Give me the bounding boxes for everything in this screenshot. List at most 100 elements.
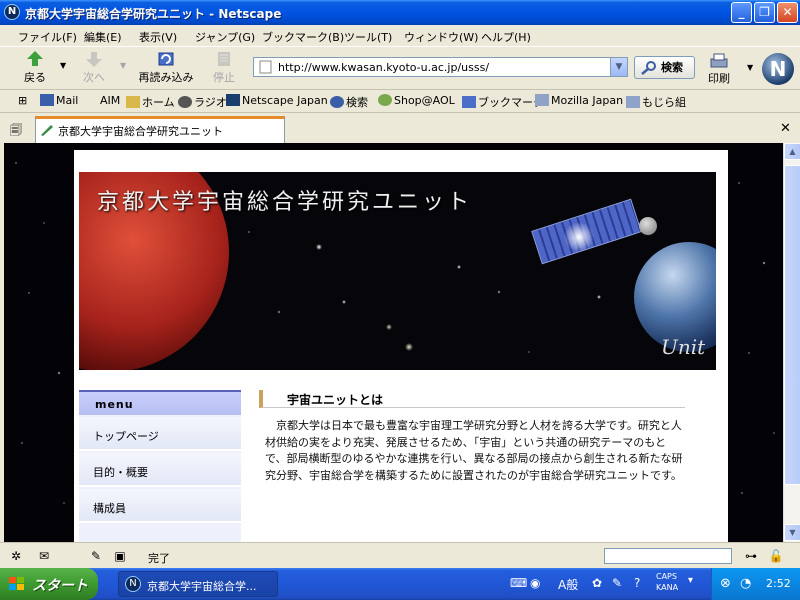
- composer-icon[interactable]: ✎: [88, 549, 104, 563]
- mail-icon[interactable]: ✉: [36, 549, 52, 563]
- bookmark-mozilla-japan[interactable]: Mozilla Japan: [535, 94, 623, 107]
- bookmark-mojira[interactable]: もじら組: [626, 94, 686, 110]
- security-lock-icon[interactable]: 🔓: [768, 549, 784, 563]
- content-viewport[interactable]: 京都大学宇宙総合学研究ユニット Unit menu トップページ 目的・概要 構…: [4, 143, 783, 542]
- menu-go[interactable]: ジャンプ(G): [195, 29, 255, 45]
- toolbar-grip-icon[interactable]: ⊞: [18, 94, 27, 107]
- stop-label: 停止: [213, 71, 235, 84]
- url-field[interactable]: http://www.kwasan.kyoto-u.ac.jp/usss/ ▼: [253, 57, 628, 77]
- bookmark-radio[interactable]: ラジオ: [178, 94, 227, 110]
- bookmark-label: もじら組: [642, 96, 686, 109]
- menu-bar: ファイル(F) 編集(E) 表示(V) ジャンプ(G) ブックマーク(B) ツー…: [0, 25, 800, 46]
- back-arrow-icon: [27, 51, 43, 66]
- volume-icon[interactable]: ◔: [740, 576, 751, 591]
- search-label: 検索: [661, 61, 683, 74]
- start-label: スタート: [32, 578, 88, 594]
- scroll-thumb[interactable]: [784, 165, 800, 485]
- new-tab-icon[interactable]: 🗐: [10, 121, 22, 142]
- bookmark-mail[interactable]: Mail: [40, 94, 78, 107]
- menu-edit[interactable]: 編集(E): [84, 29, 122, 45]
- bookmark-netscape-japan[interactable]: Netscape Japan: [226, 94, 328, 107]
- ime-mode[interactable]: A般: [558, 576, 578, 593]
- stop-button[interactable]: 停止: [210, 49, 238, 85]
- bookmark-aim[interactable]: AIM: [100, 94, 120, 107]
- forward-arrow-icon: [86, 52, 102, 67]
- menu-file[interactable]: ファイル(F): [18, 29, 77, 45]
- security-alert-icon[interactable]: ⊗: [720, 576, 731, 591]
- menu-help[interactable]: ヘルプ(H): [481, 29, 531, 45]
- scroll-down-icon[interactable]: ▼: [784, 524, 800, 541]
- caps-indicator: CAPS: [656, 572, 677, 581]
- online-connection-icon[interactable]: ⊶: [738, 549, 764, 563]
- url-dropdown-icon[interactable]: ▼: [610, 58, 627, 76]
- ime-pad-icon[interactable]: ✎: [612, 576, 622, 590]
- title-bar[interactable]: N 京都大学宇宙総合学研究ユニット - Netscape _ ❐ ✕: [0, 0, 800, 25]
- ime-help-icon[interactable]: ?: [634, 576, 640, 590]
- scroll-up-icon[interactable]: ▲: [784, 143, 800, 160]
- tab-kyoto-space-unit[interactable]: 京都大学宇宙総合学研究ユニット: [35, 116, 285, 143]
- vertical-scrollbar[interactable]: ▲ ▼: [783, 143, 800, 542]
- address-book-icon[interactable]: ▣: [112, 549, 128, 563]
- menu-view[interactable]: 表示(V): [139, 29, 177, 45]
- banner-image: 京都大学宇宙総合学研究ユニット Unit: [79, 172, 716, 370]
- bookmark-label: Mozilla Japan: [551, 94, 624, 107]
- tab-label: 京都大学宇宙総合学研究ユニット: [58, 125, 223, 138]
- folder-icon: [626, 96, 640, 108]
- close-tab-icon[interactable]: ✕: [780, 121, 791, 136]
- reload-button[interactable]: 再読み込み: [136, 49, 196, 85]
- reload-label: 再読み込み: [138, 71, 194, 84]
- page-edit-icon: [41, 125, 53, 136]
- menu-link-purpose[interactable]: 目的・概要: [79, 453, 241, 487]
- bookmark-icon: [462, 96, 476, 108]
- headphones-icon: [178, 96, 192, 108]
- progress-field: [604, 548, 732, 564]
- menu-link-members[interactable]: 構成員: [79, 489, 241, 523]
- search-icon: [330, 96, 344, 108]
- bookmark-label: Mail: [56, 94, 79, 107]
- forward-dropdown-icon[interactable]: ▼: [120, 61, 126, 70]
- menu-window[interactable]: ウィンドウ(W): [404, 29, 478, 45]
- side-menu: menu トップページ 目的・概要 構成員: [79, 390, 241, 542]
- tab-strip: 🗐 京都大学宇宙総合学研究ユニット ✕: [0, 112, 800, 143]
- taskbar-item-label: 京都大学宇宙総合学...: [147, 580, 257, 593]
- maximize-button[interactable]: ❐: [754, 2, 775, 23]
- home-icon: [126, 96, 140, 108]
- print-button[interactable]: 印刷: [708, 52, 730, 86]
- ime-tools-icon[interactable]: ✿: [592, 576, 602, 590]
- search-icon: [641, 61, 656, 75]
- banner-title: 京都大学宇宙総合学研究ユニット: [97, 190, 473, 215]
- print-dropdown-icon[interactable]: ▼: [747, 63, 753, 72]
- navigation-toolbar: 戻る ▼ 次へ ▼ 再読み込み 停止 http://www.kwasan.kyo…: [0, 46, 800, 88]
- taskbar-item-netscape[interactable]: N 京都大学宇宙総合学...: [118, 571, 278, 597]
- back-dropdown-icon[interactable]: ▼: [60, 61, 66, 70]
- menu-link-top[interactable]: トップページ: [79, 417, 241, 451]
- netscape-logo[interactable]: N: [762, 53, 794, 85]
- forward-button[interactable]: 次へ: [80, 49, 108, 85]
- stop-icon: [218, 52, 230, 66]
- language-bar-options-icon[interactable]: ▾: [688, 575, 693, 586]
- search-button[interactable]: 検索: [634, 56, 695, 79]
- navigator-icon[interactable]: ✲: [8, 549, 24, 563]
- netscape-window: N 京都大学宇宙総合学研究ユニット - Netscape _ ❐ ✕ ファイル(…: [0, 0, 800, 600]
- menu-tools[interactable]: ツール(T): [344, 29, 392, 45]
- menu-bookmarks[interactable]: ブックマーク(B): [262, 29, 344, 45]
- back-button[interactable]: 戻る: [20, 49, 50, 85]
- web-page: 京都大学宇宙総合学研究ユニット Unit menu トップページ 目的・概要 構…: [74, 150, 728, 542]
- bookmark-bookmarks[interactable]: ブックマーク: [462, 94, 544, 110]
- bookmark-home[interactable]: ホーム: [126, 94, 175, 110]
- netscape-app-icon[interactable]: N: [4, 4, 20, 20]
- keyboard-icon[interactable]: ⌨: [510, 576, 527, 590]
- ime-icon[interactable]: ◉: [530, 576, 540, 590]
- section-title: 宇宙ユニットとは: [259, 390, 685, 408]
- bookmark-search[interactable]: 検索: [330, 94, 368, 110]
- bookmark-label: Shop@AOL: [394, 94, 455, 107]
- bookmark-shop-aol[interactable]: Shop@AOL: [378, 94, 455, 107]
- bookmark-label: 検索: [346, 96, 368, 109]
- start-button[interactable]: スタート: [0, 568, 98, 600]
- windows-flag-icon: [9, 577, 24, 590]
- window-title: 京都大学宇宙総合学研究ユニット - Netscape: [25, 7, 282, 21]
- clock[interactable]: 2:52: [766, 577, 791, 590]
- close-button[interactable]: ✕: [777, 2, 798, 23]
- minimize-button[interactable]: _: [731, 2, 752, 23]
- light-flare-graphic: [564, 222, 594, 252]
